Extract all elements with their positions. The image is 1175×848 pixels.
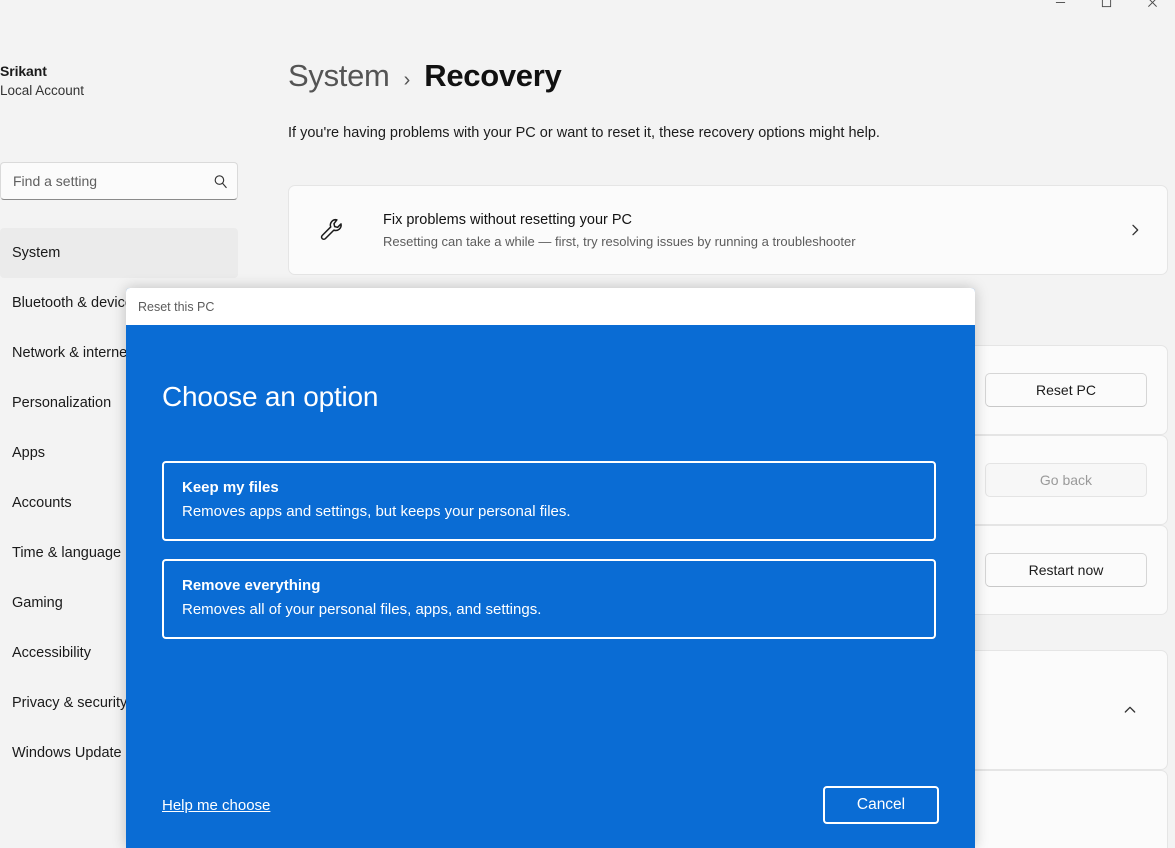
search-box[interactable] bbox=[0, 162, 238, 200]
chevron-up-icon[interactable] bbox=[1113, 693, 1147, 727]
dialog-footer: Help me choose Cancel bbox=[162, 786, 939, 824]
sidebar-item-label: Accounts bbox=[12, 495, 72, 511]
close-icon[interactable] bbox=[1129, 0, 1175, 18]
minimize-icon[interactable] bbox=[1037, 0, 1083, 18]
fix-problems-title: Fix problems without resetting your PC bbox=[383, 212, 632, 228]
sidebar-item-label: Windows Update bbox=[12, 745, 122, 761]
reset-pc-button[interactable]: Reset PC bbox=[985, 373, 1147, 407]
cancel-button[interactable]: Cancel bbox=[823, 786, 939, 824]
search-input[interactable] bbox=[13, 173, 212, 189]
fix-problems-subtitle: Resetting can take a while — first, try … bbox=[383, 232, 1127, 251]
sidebar-item-label: Accessibility bbox=[12, 645, 91, 661]
help-me-choose-link[interactable]: Help me choose bbox=[162, 797, 270, 814]
chevron-right-icon[interactable] bbox=[1127, 222, 1147, 238]
breadcrumb-separator-icon: › bbox=[404, 69, 411, 92]
maximize-icon[interactable] bbox=[1083, 0, 1129, 18]
sidebar-item-label: System bbox=[12, 245, 60, 261]
go-back-button: Go back bbox=[985, 463, 1147, 497]
page-description: If you're having problems with your PC o… bbox=[288, 125, 880, 141]
account-type: Local Account bbox=[0, 81, 230, 100]
sidebar-item-label: Network & internet bbox=[12, 345, 131, 361]
settings-window: System › Recovery If you're having probl… bbox=[0, 0, 1175, 848]
dialog-title: Reset this PC bbox=[138, 300, 214, 314]
window-controls bbox=[1037, 0, 1175, 18]
breadcrumb-parent-system[interactable]: System bbox=[288, 58, 390, 94]
breadcrumb: System › Recovery bbox=[288, 58, 561, 94]
sidebar-item-system[interactable]: System bbox=[0, 228, 238, 278]
option-keep-my-files[interactable]: Keep my files Removes apps and settings,… bbox=[162, 461, 936, 541]
account-name: Srikant bbox=[0, 62, 230, 80]
restart-now-button[interactable]: Restart now bbox=[985, 553, 1147, 587]
option-list: Keep my files Removes apps and settings,… bbox=[162, 461, 936, 657]
sidebar-item-label: Privacy & security bbox=[12, 695, 127, 711]
dialog-body: Choose an option Keep my files Removes a… bbox=[126, 325, 975, 848]
account-block[interactable]: Srikant Local Account bbox=[0, 62, 230, 100]
title-bar bbox=[0, 0, 1175, 30]
option-description: Removes apps and settings, but keeps you… bbox=[182, 500, 916, 523]
option-title: Remove everything bbox=[182, 575, 916, 596]
option-title: Keep my files bbox=[182, 477, 916, 498]
sidebar-item-label: Gaming bbox=[12, 595, 63, 611]
option-remove-everything[interactable]: Remove everything Removes all of your pe… bbox=[162, 559, 936, 639]
fix-problems-text: Fix problems without resetting your PC R… bbox=[353, 210, 1127, 251]
search-icon[interactable] bbox=[212, 173, 229, 190]
dialog-heading: Choose an option bbox=[162, 381, 378, 413]
sidebar-item-label: Apps bbox=[12, 445, 45, 461]
sidebar-item-label: Personalization bbox=[12, 395, 111, 411]
fix-problems-card[interactable]: Fix problems without resetting your PC R… bbox=[288, 185, 1168, 275]
dialog-title-bar: Reset this PC bbox=[126, 288, 975, 325]
reset-this-pc-dialog: Reset this PC Choose an option Keep my f… bbox=[126, 288, 975, 848]
option-description: Removes all of your personal files, apps… bbox=[182, 598, 916, 621]
sidebar-item-label: Bluetooth & devices bbox=[12, 295, 140, 311]
sidebar-item-label: Time & language bbox=[12, 545, 121, 561]
page-title: Recovery bbox=[424, 58, 561, 94]
wrench-icon bbox=[311, 216, 353, 244]
